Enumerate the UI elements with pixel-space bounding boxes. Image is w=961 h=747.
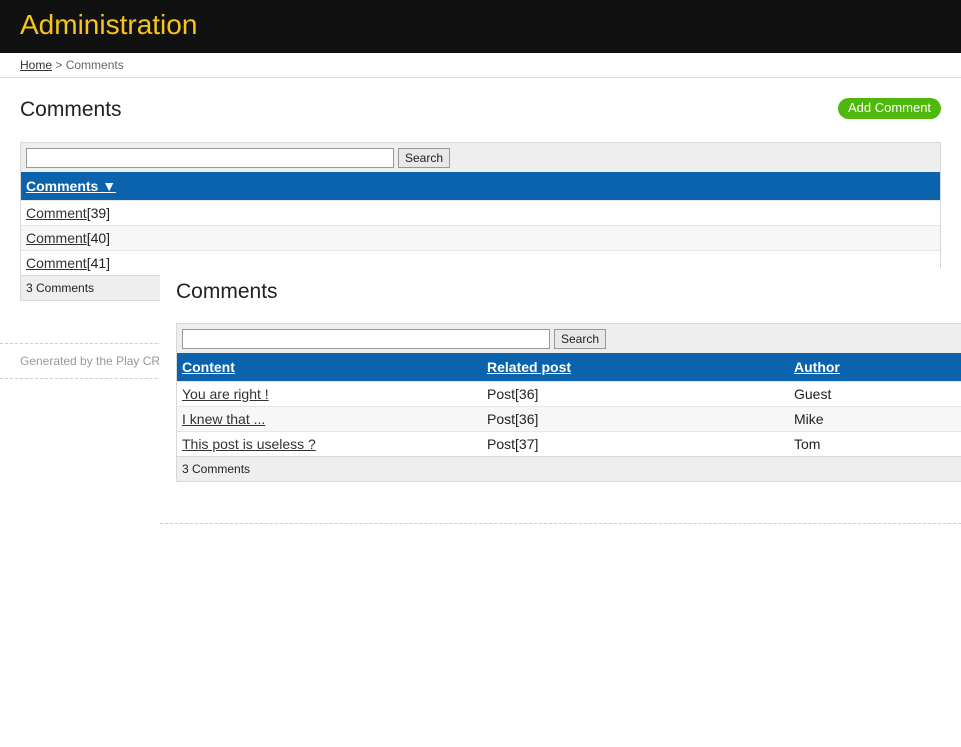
comment-content-link[interactable]: This post is useless ? <box>182 436 316 452</box>
author-column-header[interactable]: Author <box>794 359 840 375</box>
related-post-column-header[interactable]: Related post <box>487 359 571 375</box>
comment-content-link[interactable]: You are right ! <box>182 386 269 402</box>
table-header: Comments ▼ <box>21 172 940 200</box>
overlay-search-input[interactable] <box>182 329 550 349</box>
related-post-cell: Post[37] <box>487 436 539 452</box>
search-button[interactable]: Search <box>398 148 451 168</box>
page-title: Comments <box>20 98 122 121</box>
overlay-table-footer: 3 Comments <box>177 456 961 481</box>
search-input[interactable] <box>26 148 394 168</box>
table-row: Comment[40] <box>21 225 940 250</box>
related-post-cell: Post[36] <box>487 386 539 402</box>
add-comment-button[interactable]: Add Comment <box>838 98 941 119</box>
breadcrumb: Home > Comments <box>0 53 961 78</box>
comment-id: [39] <box>86 205 111 221</box>
author-cell: Guest <box>794 386 832 402</box>
comment-link[interactable]: Comment <box>26 205 87 221</box>
table-row: You are right ! Post[36] Guest <box>177 381 961 406</box>
overlay-comments-table: Search Content Related post Author You a… <box>176 323 961 482</box>
generated-by-text: Generated by the Play CR <box>20 354 161 368</box>
content-column-header[interactable]: Content <box>182 359 235 375</box>
related-post-cell: Post[36] <box>487 411 539 427</box>
comment-id: [40] <box>86 230 111 246</box>
overlay-page-title: Comments <box>176 280 278 303</box>
overlay-search-button[interactable]: Search <box>554 329 607 349</box>
top-header: Administration <box>0 0 961 53</box>
comment-content-link[interactable]: I knew that ... <box>182 411 265 427</box>
overlay-view: Comments Search Content Related post Aut… <box>160 268 961 526</box>
overlay-table-header: Content Related post Author <box>177 353 961 381</box>
overlay-comments-count: 3 Comments <box>182 462 251 476</box>
comment-id: [41] <box>86 255 111 271</box>
breadcrumb-separator: > <box>55 58 63 72</box>
breadcrumb-current: Comments <box>65 58 124 72</box>
table-row: This post is useless ? Post[37] Tom <box>177 431 961 456</box>
app-title: Administration <box>20 9 198 40</box>
comment-link[interactable]: Comment <box>26 255 87 271</box>
sort-comments-column[interactable]: Comments ▼ <box>26 178 116 194</box>
overlay-footer-divider <box>160 523 961 524</box>
search-bar: Search <box>21 143 940 172</box>
breadcrumb-home-link[interactable]: Home <box>20 58 52 72</box>
author-cell: Mike <box>794 411 824 427</box>
table-row: Comment[39] <box>21 200 940 225</box>
author-cell: Tom <box>794 436 821 452</box>
comments-count: 3 Comments <box>26 281 95 295</box>
overlay-search-bar: Search <box>177 324 961 353</box>
comment-link[interactable]: Comment <box>26 230 87 246</box>
table-row: I knew that ... Post[36] Mike <box>177 406 961 431</box>
